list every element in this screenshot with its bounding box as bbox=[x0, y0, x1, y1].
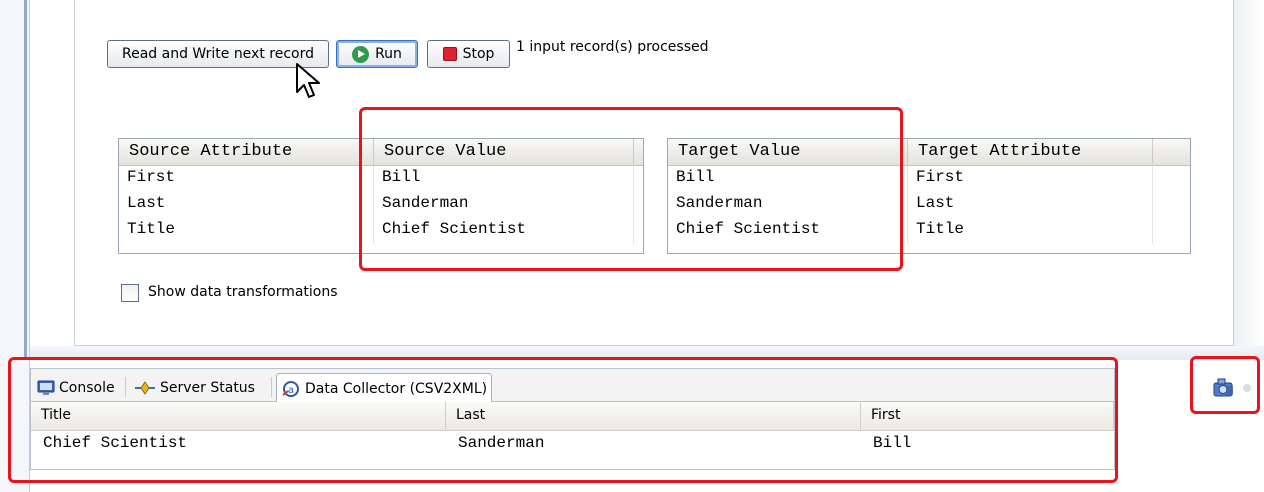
stop-button[interactable]: Stop bbox=[427, 40, 510, 68]
column-header-first[interactable]: First bbox=[861, 402, 1114, 429]
column-header-target-value[interactable]: Target Value bbox=[668, 139, 908, 164]
target-value-cell: Bill bbox=[668, 166, 908, 192]
tab-console[interactable]: Console bbox=[33, 373, 119, 403]
server-status-icon bbox=[135, 381, 155, 395]
read-write-label: Read and Write next record bbox=[121, 46, 314, 62]
tab-data-collector[interactable]: a Data Collector (CSV2XML) bbox=[276, 373, 493, 404]
tab-label: Data Collector (CSV2XML) bbox=[305, 381, 488, 397]
tab-server-status[interactable]: Server Status bbox=[130, 373, 259, 403]
first-cell: Bill bbox=[873, 434, 912, 452]
source-attribute-cell: First bbox=[119, 166, 374, 192]
source-attribute-cell: Title bbox=[119, 218, 374, 244]
editor-bottom-border bbox=[30, 346, 1264, 360]
run-icon bbox=[352, 45, 370, 63]
target-value-cell: Sanderman bbox=[668, 192, 908, 218]
table-row[interactable]: Chief Scientist Title bbox=[668, 218, 1190, 244]
column-header-target-attribute[interactable]: Target Attribute bbox=[908, 139, 1153, 164]
stop-label: Stop bbox=[462, 46, 495, 62]
tab-separator bbox=[271, 377, 272, 397]
data-collector-view: Title Last First Chief Scientist Sanderm… bbox=[30, 402, 1115, 470]
target-attribute-cell: Last bbox=[908, 192, 1153, 218]
source-value-cell: Chief Scientist bbox=[374, 218, 634, 244]
source-attribute-cell: Last bbox=[119, 192, 374, 218]
table-row[interactable]: Title Chief Scientist bbox=[119, 218, 643, 244]
data-collector-icon: a bbox=[282, 381, 299, 397]
tab-separator bbox=[125, 377, 126, 397]
target-attribute-cell: First bbox=[908, 166, 1153, 192]
show-transformations-checkbox[interactable] bbox=[121, 284, 139, 302]
title-cell: Chief Scientist bbox=[43, 434, 188, 452]
table-row[interactable]: Sanderman Last bbox=[668, 192, 1190, 218]
show-transformations-label: Show data transformations bbox=[148, 284, 338, 300]
camera-icon[interactable] bbox=[1212, 377, 1236, 399]
svg-text:a: a bbox=[288, 385, 294, 396]
stop-icon bbox=[442, 47, 457, 61]
target-attribute-cell: Title bbox=[908, 218, 1153, 244]
source-table: Source Attribute Source Value First Bill… bbox=[118, 138, 644, 254]
column-header-source-attribute[interactable]: Source Attribute bbox=[119, 139, 374, 164]
source-table-header: Source Attribute Source Value bbox=[119, 139, 643, 166]
table-row[interactable]: Bill First bbox=[668, 166, 1190, 192]
target-table: Target Value Target Attribute Bill First… bbox=[667, 138, 1191, 254]
table-row[interactable]: Last Sanderman bbox=[119, 192, 643, 218]
view-menu-dot[interactable] bbox=[1243, 384, 1251, 392]
column-header-last[interactable]: Last bbox=[446, 402, 861, 429]
run-button[interactable]: Run bbox=[336, 40, 418, 68]
target-table-header: Target Value Target Attribute bbox=[668, 139, 1190, 166]
console-icon bbox=[37, 380, 55, 395]
tab-label: Console bbox=[59, 380, 115, 396]
window-shadow bbox=[1234, 0, 1264, 360]
last-cell: Sanderman bbox=[458, 434, 545, 452]
target-value-cell: Chief Scientist bbox=[668, 218, 908, 244]
tab-label: Server Status bbox=[160, 380, 255, 396]
data-collector-header: Title Last First bbox=[31, 402, 1114, 431]
source-value-cell: Sanderman bbox=[374, 192, 634, 218]
column-header-source-value[interactable]: Source Value bbox=[374, 139, 634, 164]
source-value-cell: Bill bbox=[374, 166, 634, 192]
run-label: Run bbox=[375, 46, 402, 62]
mouse-pointer-icon bbox=[296, 63, 320, 98]
table-row[interactable]: First Bill bbox=[119, 166, 643, 192]
table-row[interactable]: Chief Scientist Sanderman Bill bbox=[31, 431, 1114, 459]
view-tab-bar: Console Server Status a Data Collector (… bbox=[30, 368, 1115, 404]
records-processed-status: 1 input record(s) processed bbox=[516, 39, 709, 55]
column-header-title[interactable]: Title bbox=[31, 402, 446, 429]
editor-edge-bar bbox=[24, 0, 27, 360]
